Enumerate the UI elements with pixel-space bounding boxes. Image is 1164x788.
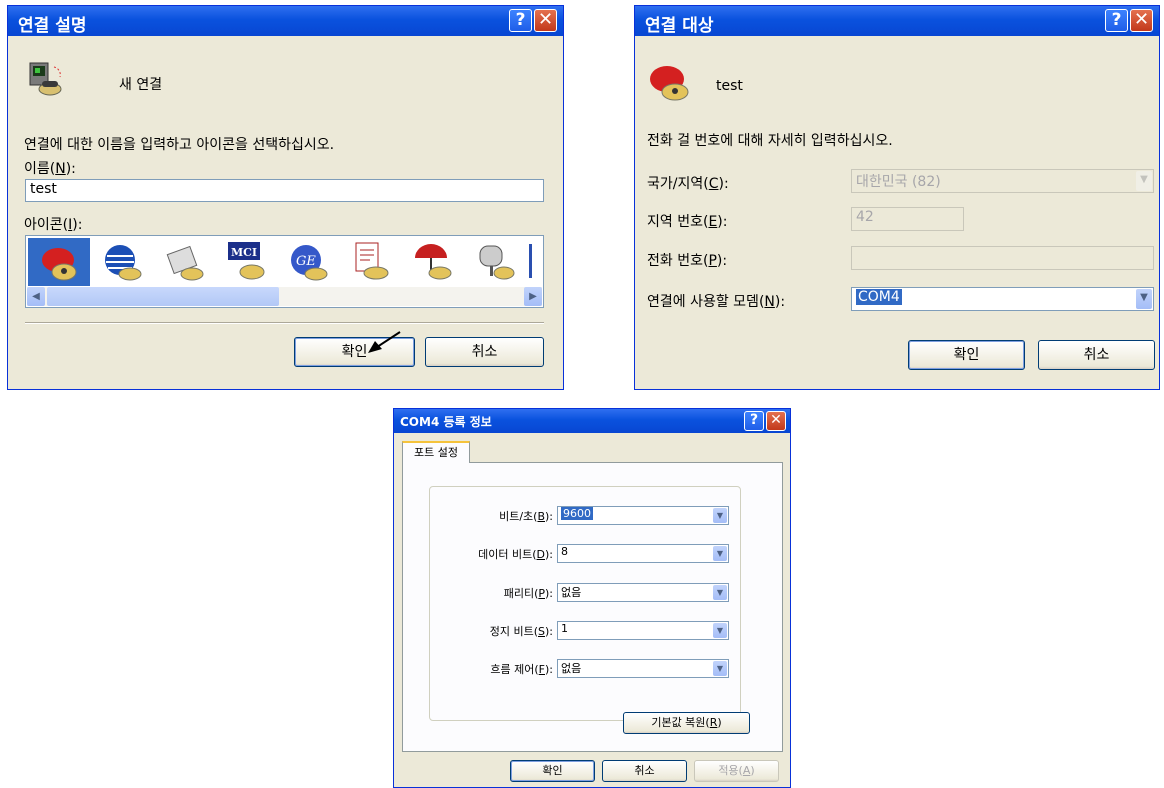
chevron-down-icon[interactable]: ▼ bbox=[713, 546, 727, 561]
bps-label: 비트/초(B): bbox=[499, 510, 553, 523]
ok-button[interactable]: 확인 bbox=[908, 340, 1025, 370]
title-bar[interactable]: 연결 설명 ? ✕ bbox=[8, 6, 563, 36]
separator bbox=[25, 322, 544, 324]
instruction-text: 연결에 대한 이름을 입력하고 아이콘을 선택하십시오. bbox=[24, 137, 335, 153]
mailbox-phone-icon[interactable] bbox=[474, 240, 516, 282]
umbrella-phone-icon[interactable] bbox=[412, 240, 454, 282]
window-title: 연결 설명 bbox=[18, 16, 87, 36]
ok-button[interactable]: 확인 bbox=[510, 760, 595, 782]
document-phone-icon[interactable] bbox=[350, 240, 392, 282]
scroll-left-button[interactable]: ◀ bbox=[27, 287, 45, 306]
scroll-thumb[interactable] bbox=[47, 287, 279, 306]
chevron-down-icon[interactable]: ▼ bbox=[713, 508, 727, 523]
cancel-button[interactable]: 취소 bbox=[602, 760, 687, 782]
phone-number-label: 전화 번호(P): bbox=[647, 253, 728, 269]
data-bits-select[interactable]: 8 ▼ bbox=[557, 544, 729, 563]
title-bar[interactable]: 연결 대상 ? ✕ bbox=[635, 6, 1159, 36]
instruction-text: 전화 걸 번호에 대해 자세히 입력하십시오. bbox=[647, 133, 893, 149]
name-input[interactable]: test bbox=[25, 179, 544, 202]
chevron-down-icon: ▼ bbox=[1136, 171, 1152, 191]
icon-list[interactable]: MCI GE ◀ ▶ bbox=[25, 235, 544, 308]
close-button[interactable]: ✕ bbox=[534, 9, 557, 32]
cancel-button[interactable]: 취소 bbox=[425, 337, 544, 367]
modem-select[interactable]: COM4 ▼ bbox=[851, 287, 1154, 311]
partial-icon bbox=[529, 244, 532, 278]
settings-group: 비트/초(B): 9600 ▼ 데이터 비트(D): 8 ▼ 패리티(P): 없… bbox=[429, 486, 741, 721]
stop-bits-select[interactable]: 1 ▼ bbox=[557, 621, 729, 640]
red-phone-icon[interactable] bbox=[38, 242, 80, 284]
tab-port-settings[interactable]: 포트 설정 bbox=[402, 441, 470, 463]
help-button[interactable]: ? bbox=[1105, 9, 1128, 32]
chevron-down-icon[interactable]: ▼ bbox=[713, 661, 727, 676]
country-select[interactable]: 대한민국 (82) ▼ bbox=[851, 169, 1154, 193]
apply-button[interactable]: 적용(A) bbox=[694, 760, 779, 782]
title-bar[interactable]: COM4 등록 정보 ? ✕ bbox=[394, 409, 790, 433]
bps-select[interactable]: 9600 ▼ bbox=[557, 506, 729, 525]
stop-bits-label: 정지 비트(S): bbox=[489, 625, 553, 638]
fax-phone-icon[interactable] bbox=[164, 242, 206, 284]
phone-number-input[interactable] bbox=[851, 246, 1154, 270]
flow-control-label: 흐름 제어(F): bbox=[490, 663, 553, 676]
window-title: COM4 등록 정보 bbox=[400, 415, 492, 429]
computer-phone-icon bbox=[29, 62, 62, 96]
help-button[interactable]: ? bbox=[744, 411, 764, 431]
horizontal-scrollbar[interactable]: ◀ ▶ bbox=[27, 287, 542, 306]
name-label: 이름(N): bbox=[24, 161, 76, 177]
globe-phone-icon[interactable] bbox=[102, 242, 144, 284]
ge-phone-icon[interactable]: GE bbox=[288, 242, 330, 284]
red-phone-icon bbox=[650, 66, 689, 101]
chevron-down-icon[interactable]: ▼ bbox=[713, 585, 727, 600]
parity-label: 패리티(P): bbox=[503, 587, 553, 600]
scroll-right-button[interactable]: ▶ bbox=[524, 287, 542, 306]
country-label: 국가/지역(C): bbox=[647, 176, 729, 192]
flow-control-select[interactable]: 없음 ▼ bbox=[557, 659, 729, 678]
close-button[interactable]: ✕ bbox=[1130, 9, 1153, 32]
area-code-label: 지역 번호(E): bbox=[647, 214, 728, 230]
chevron-down-icon[interactable]: ▼ bbox=[1136, 289, 1152, 309]
modem-label: 연결에 사용할 모뎀(N): bbox=[647, 294, 786, 310]
restore-defaults-button[interactable]: 기본값 복원(R) bbox=[623, 712, 750, 734]
help-button[interactable]: ? bbox=[509, 9, 532, 32]
cancel-button[interactable]: 취소 bbox=[1038, 340, 1155, 370]
icon-label: 아이콘(I): bbox=[24, 217, 83, 233]
connect-to-dialog: 연결 대상 ? ✕ test 전화 걸 번호에 대해 자세히 입력하십시오. 국… bbox=[634, 5, 1160, 390]
arrow-pointer-icon bbox=[368, 331, 401, 353]
chevron-down-icon[interactable]: ▼ bbox=[713, 623, 727, 638]
parity-select[interactable]: 없음 ▼ bbox=[557, 583, 729, 602]
connection-name-header: 새 연결 bbox=[119, 77, 163, 93]
window-title: 연결 대상 bbox=[645, 16, 714, 36]
tab-panel: 비트/초(B): 9600 ▼ 데이터 비트(D): 8 ▼ 패리티(P): 없… bbox=[402, 462, 783, 752]
connection-description-dialog: 연결 설명 ? ✕ 새 연결 연결에 대한 이름을 입력하고 아이콘을 선택하십… bbox=[7, 5, 564, 390]
svg-text:MCI: MCI bbox=[231, 246, 257, 259]
data-bits-label: 데이터 비트(D): bbox=[478, 548, 553, 561]
close-button[interactable]: ✕ bbox=[766, 411, 786, 431]
com4-properties-dialog: COM4 등록 정보 ? ✕ 포트 설정 비트/초(B): 9600 ▼ 데이터… bbox=[393, 408, 791, 788]
svg-text:GE: GE bbox=[296, 254, 316, 269]
area-code-input[interactable]: 42 bbox=[851, 207, 964, 231]
mci-phone-icon[interactable]: MCI bbox=[226, 240, 268, 282]
connection-name: test bbox=[716, 78, 743, 94]
